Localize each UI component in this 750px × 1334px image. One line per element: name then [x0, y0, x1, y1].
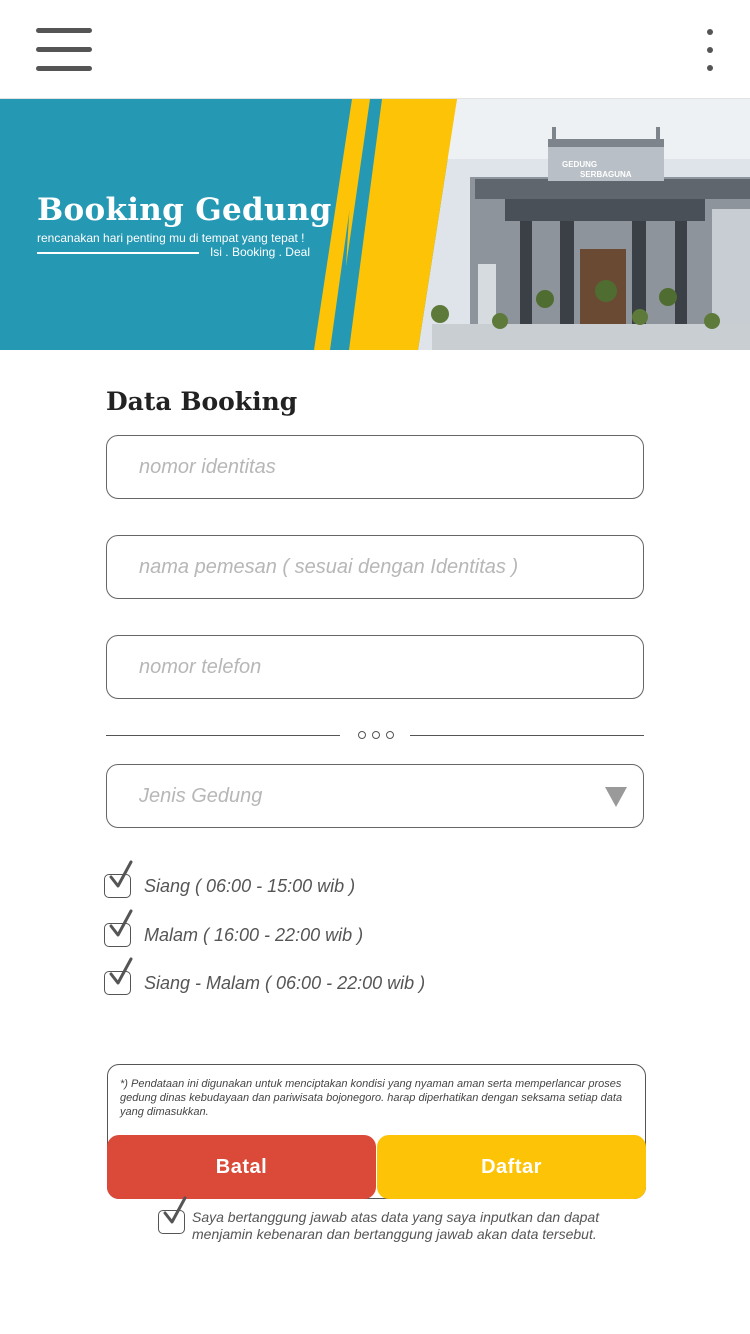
identity-number-field[interactable]	[106, 435, 644, 499]
building-type-value: Jenis Gedung	[139, 785, 263, 807]
more-dot	[707, 29, 713, 35]
divider-line-right	[410, 735, 644, 736]
form-title: Data Booking	[106, 387, 298, 416]
building-sign-line1: GEDUNG	[562, 160, 597, 169]
checkmark-icon	[109, 860, 133, 888]
more-dot	[707, 65, 713, 71]
banner-subtitle: rencanakan hari penting mu di tempat yan…	[37, 231, 305, 245]
agreement-text: Saya bertanggung jawab atas data yang sa…	[192, 1209, 600, 1242]
time-option-label: Siang ( 06:00 - 15:00 wib )	[144, 876, 356, 896]
menu-bar	[36, 28, 92, 33]
banner-tagline: Isi . Booking . Deal	[209, 245, 310, 259]
menu-bar	[36, 47, 92, 52]
register-button[interactable]: Daftar	[377, 1135, 646, 1199]
time-option-label: Siang - Malam ( 06:00 - 22:00 wib )	[144, 973, 426, 993]
building-sign-line2: SERBAGUNA	[580, 170, 632, 179]
booker-name-field[interactable]	[106, 535, 644, 599]
agreement-checkbox-row[interactable]: Saya bertanggung jawab atas data yang sa…	[158, 1196, 618, 1246]
more-dot	[707, 47, 713, 53]
more-vertical-icon[interactable]	[700, 26, 720, 76]
checkmark-icon	[109, 909, 133, 937]
building-type-select[interactable]: Jenis Gedung	[106, 764, 644, 828]
divider-line-left	[106, 735, 340, 736]
divider-dots-icon	[358, 731, 398, 741]
hamburger-menu-icon[interactable]	[36, 28, 92, 72]
menu-bar	[36, 66, 92, 71]
phone-number-input[interactable]	[107, 636, 643, 698]
cancel-button[interactable]: Batal	[107, 1135, 376, 1199]
phone-number-field[interactable]	[106, 635, 644, 699]
checkmark-icon	[109, 957, 133, 985]
hero-banner: GEDUNG SERBAGUNA Booking Gedung rencanak…	[0, 99, 750, 350]
notice-text: *) Pendataan ini digunakan untuk mencipt…	[120, 1078, 623, 1118]
identity-number-input[interactable]	[107, 436, 643, 498]
app-header	[0, 0, 750, 99]
booker-name-input[interactable]	[107, 536, 643, 598]
banner-underline	[37, 252, 199, 254]
banner-title: Booking Gedung	[37, 192, 332, 228]
checkmark-icon	[163, 1196, 187, 1224]
time-option-label: Malam ( 16:00 - 22:00 wib )	[144, 925, 364, 945]
dropdown-triangle-icon	[605, 787, 627, 807]
